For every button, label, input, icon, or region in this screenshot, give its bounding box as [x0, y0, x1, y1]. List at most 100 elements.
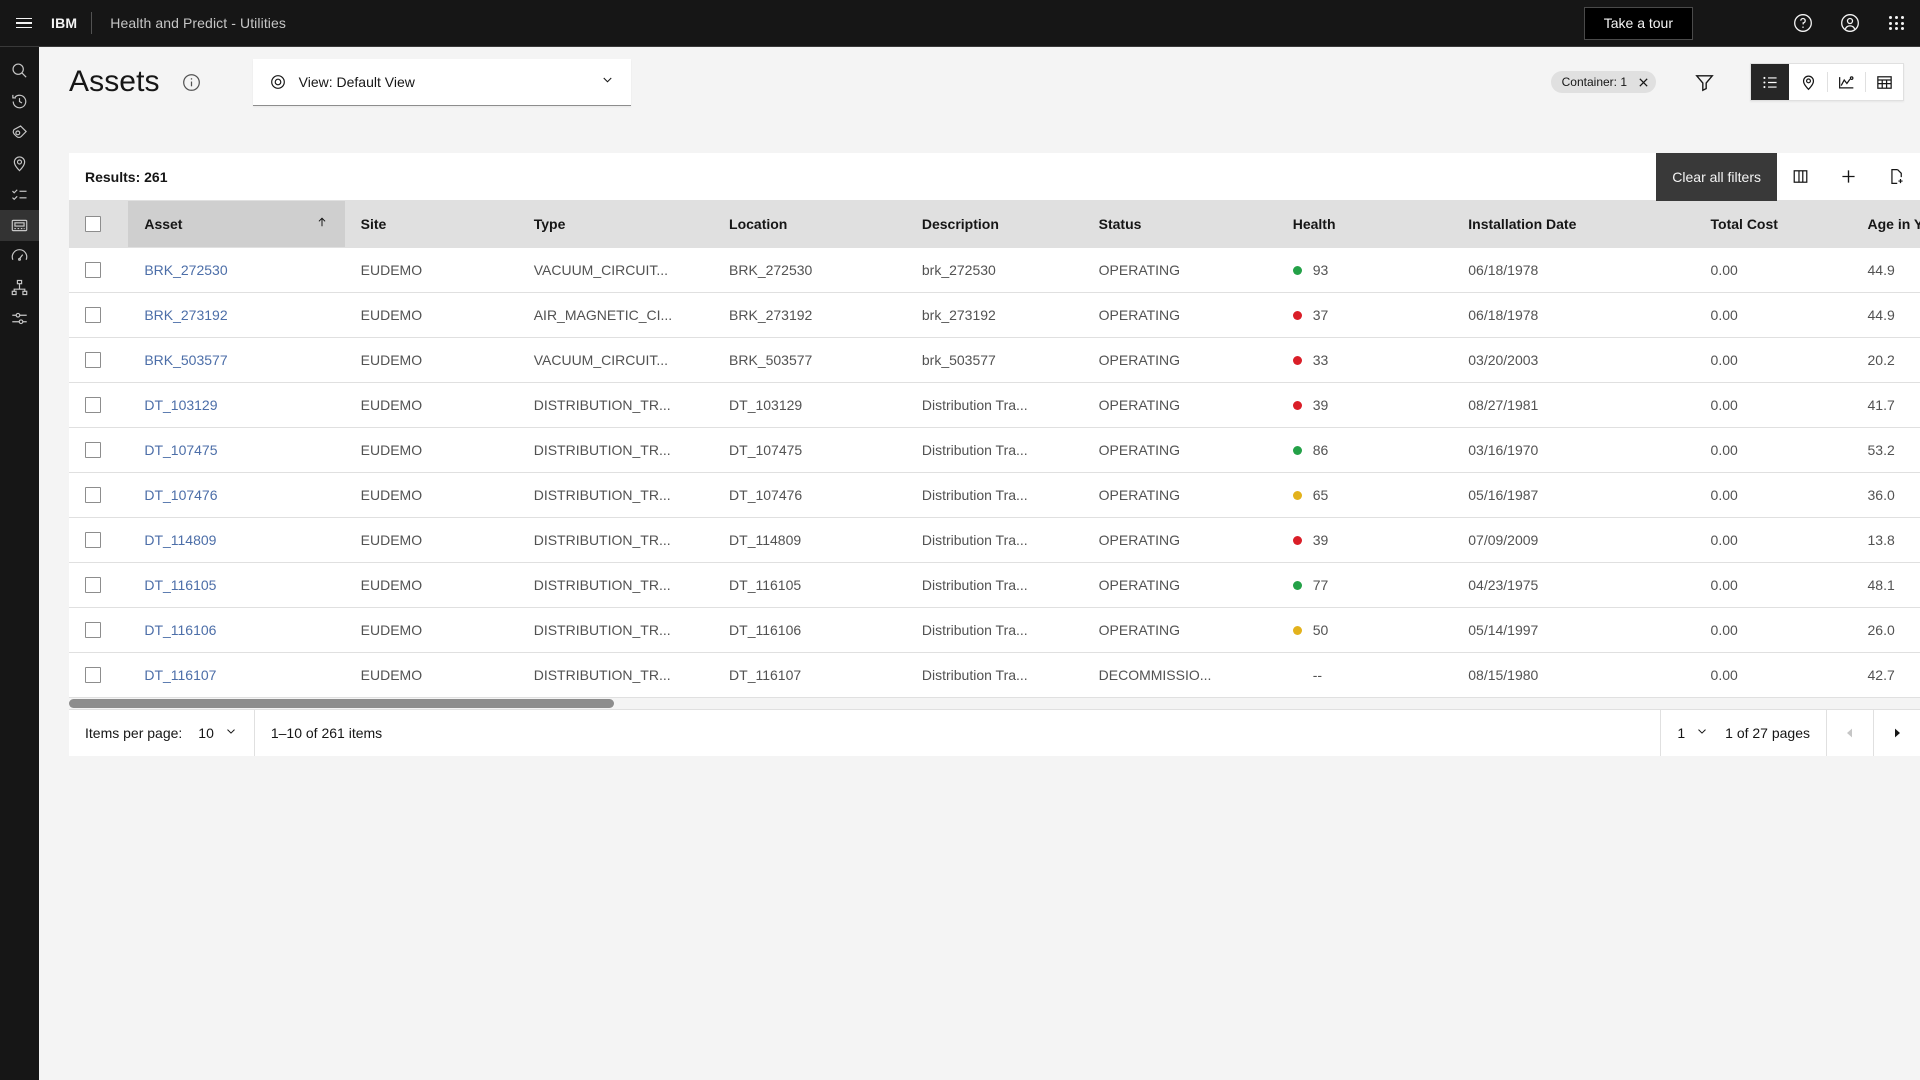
table-row[interactable]: DT_116106 EUDEMO DISTRIBUTION_TR... DT_1161…	[69, 607, 1920, 653]
horizontal-scrollbar[interactable]	[69, 697, 1920, 709]
new-document-icon[interactable]	[1872, 153, 1920, 201]
sidebar-settings-sliders-icon[interactable]	[0, 303, 39, 334]
row-checkbox[interactable]	[85, 576, 101, 593]
column-header-site[interactable]: Site	[344, 201, 518, 248]
items-per-page-select[interactable]: 10	[198, 724, 238, 741]
asset-link[interactable]: DT_103129	[144, 397, 217, 413]
sidebar-asset-tag-icon[interactable]	[0, 117, 39, 148]
row-select-cell[interactable]	[69, 382, 129, 428]
column-header-location[interactable]: Location	[713, 201, 906, 248]
row-checkbox[interactable]	[85, 351, 101, 368]
asset-link[interactable]: BRK_503577	[144, 352, 227, 368]
select-all-header[interactable]	[69, 201, 129, 248]
row-select-cell[interactable]	[69, 652, 129, 698]
row-select-cell[interactable]	[69, 337, 129, 383]
column-header-age-in-years[interactable]: Age in Years	[1851, 201, 1920, 248]
column-settings-icon[interactable]	[1776, 153, 1824, 201]
column-header-description[interactable]: Description	[905, 201, 1083, 248]
cell-age-in-years: 41.7	[1851, 382, 1920, 428]
filter-chip-container[interactable]: Container: 1	[1550, 71, 1656, 93]
table-row[interactable]: BRK_273192 EUDEMO AIR_MAGNETIC_CI... BRK_27…	[69, 292, 1920, 338]
sidebar-location-pin-icon[interactable]	[0, 148, 39, 179]
row-select-cell[interactable]	[69, 247, 129, 293]
asset-link[interactable]: DT_107475	[144, 442, 217, 458]
select-all-checkbox[interactable]	[85, 215, 101, 232]
cell-asset[interactable]: BRK_273192	[128, 292, 345, 338]
next-page-button[interactable]	[1873, 709, 1920, 756]
row-select-cell[interactable]	[69, 472, 129, 518]
row-select-cell[interactable]	[69, 607, 129, 653]
pagination-range-text: 1–10 of 261 items	[270, 724, 383, 741]
table-row[interactable]: BRK_503577 EUDEMO VACUUM_CIRCUIT... BRK_503…	[69, 337, 1920, 383]
user-avatar-icon[interactable]	[1826, 0, 1873, 47]
list-view-toggle[interactable]	[1751, 64, 1789, 100]
cell-asset[interactable]: DT_107476	[128, 472, 345, 518]
table-row[interactable]: DT_116105 EUDEMO DISTRIBUTION_TR... DT_1161…	[69, 562, 1920, 608]
asset-link[interactable]: DT_107476	[144, 487, 217, 503]
app-switcher-icon[interactable]	[1873, 0, 1920, 47]
row-checkbox[interactable]	[85, 621, 101, 638]
chevron-down-icon	[600, 72, 615, 92]
view-selector-dropdown[interactable]: View: Default View	[252, 58, 631, 106]
chart-view-toggle[interactable]	[1827, 64, 1865, 100]
sidebar-meter-panel-icon[interactable]	[0, 210, 39, 241]
column-header-health[interactable]: Health	[1276, 201, 1453, 248]
asset-link[interactable]: DT_116107	[144, 667, 216, 683]
cell-type: DISTRIBUTION_TR...	[517, 607, 714, 653]
take-a-tour-button[interactable]: Take a tour	[1583, 6, 1693, 40]
sidebar-checklist-icon[interactable]	[0, 179, 39, 210]
column-header-type[interactable]: Type	[517, 201, 714, 248]
cell-asset[interactable]: DT_114809	[128, 517, 345, 563]
add-icon[interactable]	[1824, 153, 1872, 201]
cell-asset[interactable]: DT_103129	[128, 382, 345, 428]
row-select-cell[interactable]	[69, 517, 129, 563]
close-icon[interactable]	[1636, 75, 1650, 89]
cell-asset[interactable]: BRK_503577	[128, 337, 345, 383]
asset-link[interactable]: DT_116105	[144, 577, 216, 593]
column-header-total-cost[interactable]: Total Cost	[1694, 201, 1852, 248]
hamburger-menu-icon[interactable]	[0, 0, 47, 47]
row-select-cell[interactable]	[69, 427, 129, 473]
sidebar-gauge-icon[interactable]	[0, 241, 39, 272]
asset-link[interactable]: DT_114809	[144, 532, 216, 548]
map-view-toggle[interactable]	[1789, 64, 1827, 100]
column-header-asset[interactable]: Asset	[128, 201, 345, 248]
cell-asset[interactable]: DT_116106	[128, 607, 345, 653]
row-checkbox[interactable]	[85, 306, 101, 323]
row-checkbox[interactable]	[85, 486, 101, 503]
asset-link[interactable]: BRK_272530	[144, 262, 227, 278]
row-checkbox[interactable]	[85, 666, 101, 683]
table-row[interactable]: BRK_272530 EUDEMO VACUUM_CIRCUIT... BRK_272…	[69, 247, 1920, 293]
help-icon[interactable]	[1779, 0, 1826, 47]
previous-page-button[interactable]	[1826, 709, 1873, 756]
table-row[interactable]: DT_107475 EUDEMO DISTRIBUTION_TR... DT_1074…	[69, 427, 1920, 473]
sidebar-recent-history-icon[interactable]	[0, 86, 39, 117]
filter-funnel-icon[interactable]	[1682, 60, 1726, 104]
sidebar-hierarchy-icon[interactable]	[0, 272, 39, 303]
horizontal-scrollbar-thumb[interactable]	[69, 698, 614, 708]
table-row[interactable]: DT_116107 EUDEMO DISTRIBUTION_TR... DT_1161…	[69, 652, 1920, 698]
row-checkbox[interactable]	[85, 261, 101, 278]
row-checkbox[interactable]	[85, 531, 101, 548]
information-icon[interactable]	[182, 73, 201, 92]
cell-asset[interactable]: DT_107475	[128, 427, 345, 473]
table-row[interactable]: DT_103129 EUDEMO DISTRIBUTION_TR... DT_1031…	[69, 382, 1920, 428]
clear-all-filters-tooltip[interactable]: Clear all filters	[1656, 153, 1777, 201]
cell-age-in-years: 26.0	[1851, 607, 1920, 653]
cell-asset[interactable]: DT_116107	[128, 652, 345, 698]
cell-asset[interactable]: BRK_272530	[128, 247, 345, 293]
row-select-cell[interactable]	[69, 562, 129, 608]
column-header-installation-date[interactable]: Installation Date	[1452, 201, 1695, 248]
table-row[interactable]: DT_107476 EUDEMO DISTRIBUTION_TR... DT_1074…	[69, 472, 1920, 518]
table-row[interactable]: DT_114809 EUDEMO DISTRIBUTION_TR... DT_1148…	[69, 517, 1920, 563]
sidebar-search-icon[interactable]	[0, 55, 39, 86]
asset-link[interactable]: DT_116106	[144, 622, 216, 638]
grid-view-toggle[interactable]	[1865, 64, 1903, 100]
row-checkbox[interactable]	[85, 396, 101, 413]
page-number-select[interactable]: 1	[1660, 709, 1725, 756]
row-select-cell[interactable]	[69, 292, 129, 338]
row-checkbox[interactable]	[85, 441, 101, 458]
asset-link[interactable]: BRK_273192	[144, 307, 227, 323]
cell-asset[interactable]: DT_116105	[128, 562, 345, 608]
column-header-status[interactable]: Status	[1082, 201, 1277, 248]
